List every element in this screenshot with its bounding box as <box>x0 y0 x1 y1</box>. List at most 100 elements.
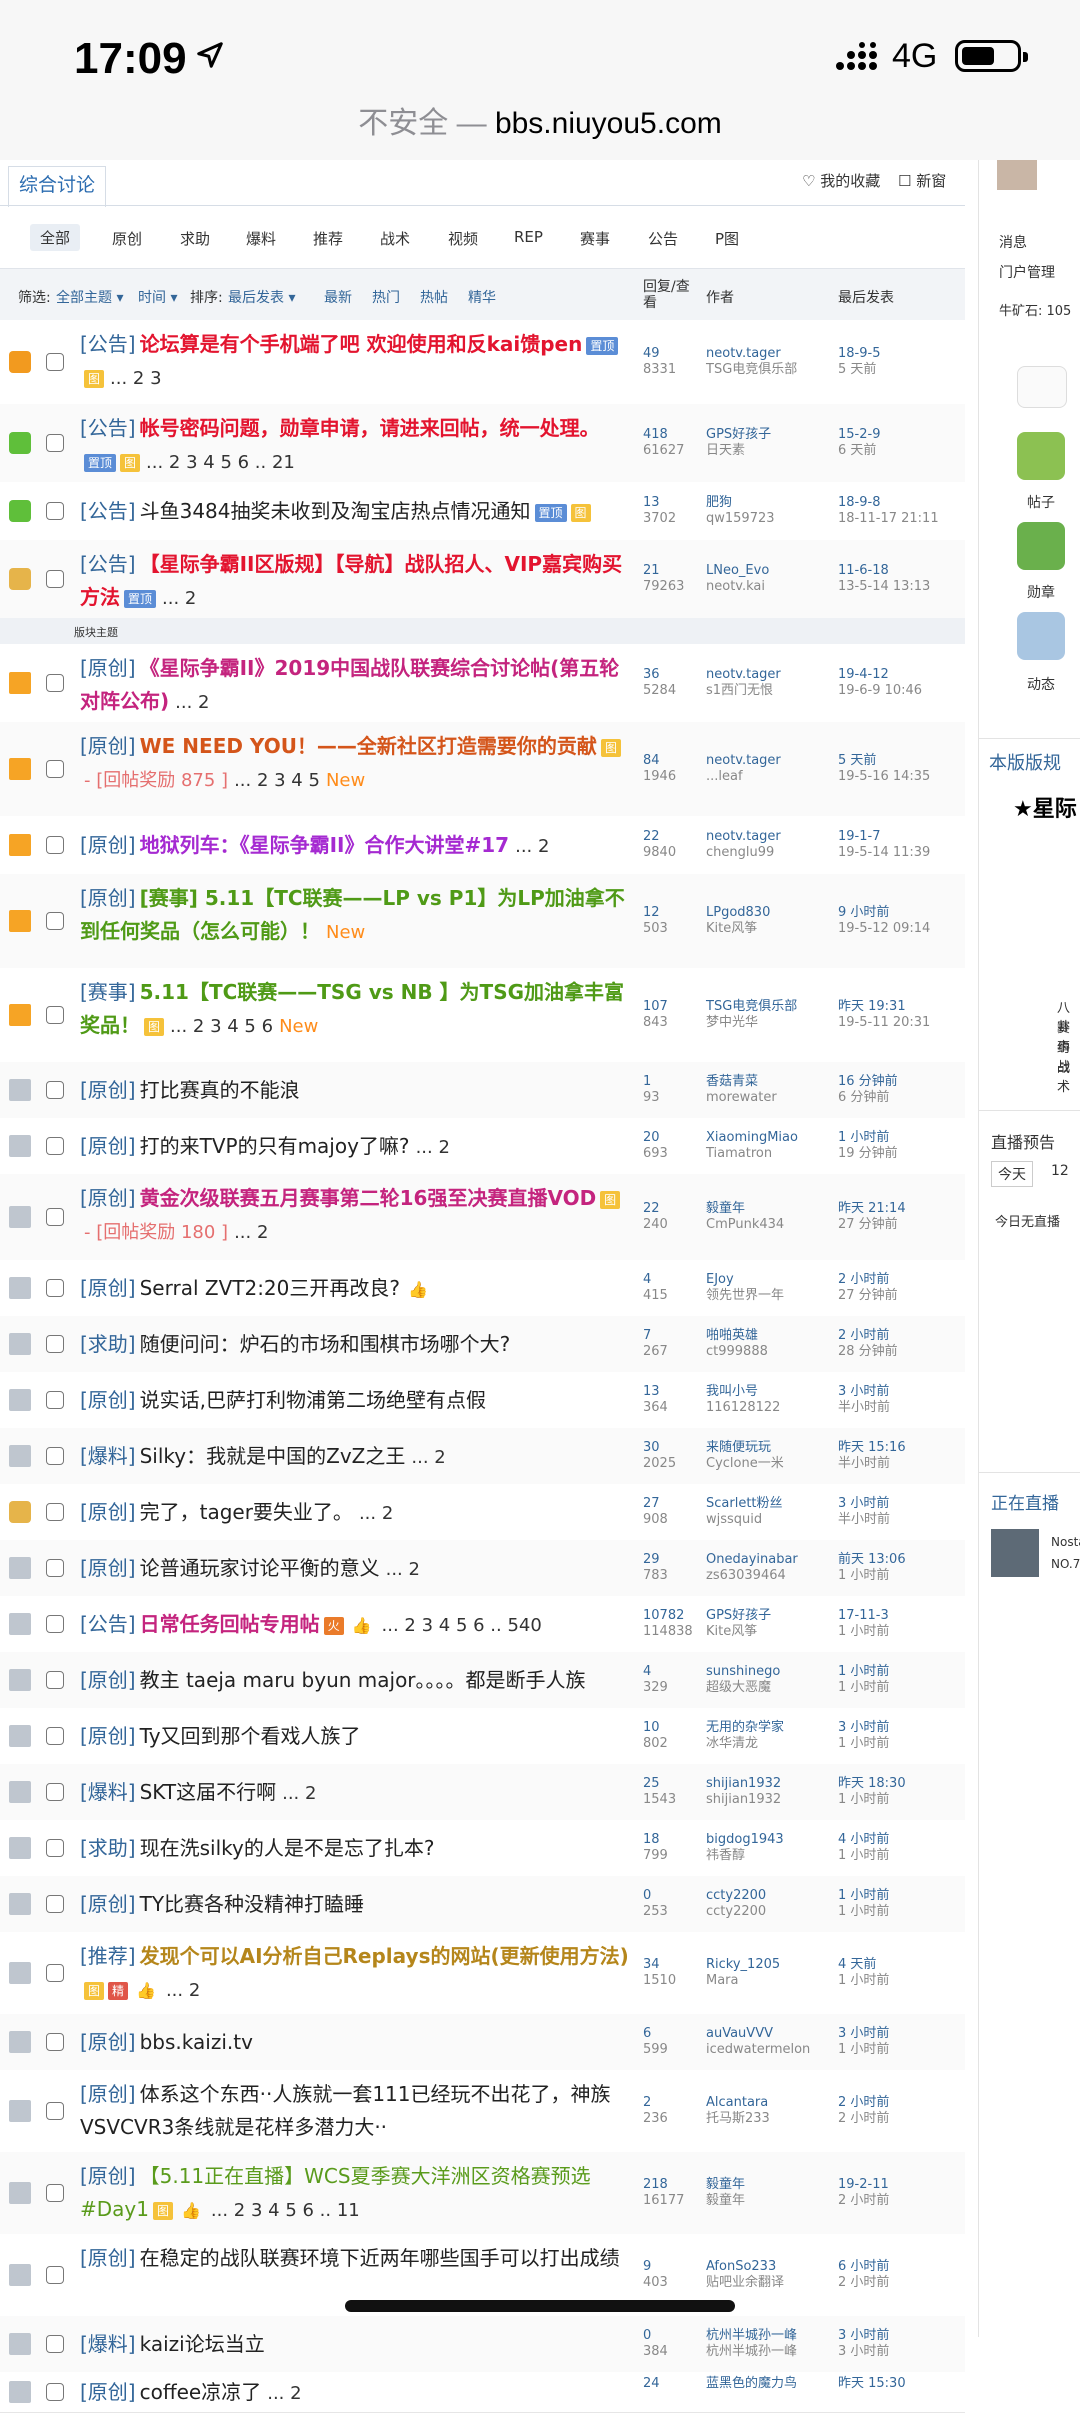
thread-author[interactable]: LNeo_Evo <box>706 563 769 579</box>
thread-prefix[interactable]: [公告] <box>80 499 136 523</box>
page-links[interactable]: ... 2 <box>416 1137 450 1158</box>
category-help[interactable]: 求助 <box>180 228 210 249</box>
thread-prefix[interactable]: [求助] <box>80 1332 136 1356</box>
thread-row[interactable]: [爆料] SKT这届不行啊 ... 2 25 1543 shijian1932 shijia… <box>0 1764 965 1821</box>
thread-checkbox[interactable] <box>46 1391 64 1409</box>
thread-prefix[interactable]: [公告] <box>80 552 136 576</box>
thread-row[interactable]: [原创] TY比赛各种没精神打瞌睡 0 253 ccty2200 ccty2200 1 小时… <box>0 1876 965 1933</box>
thread-checkbox[interactable] <box>46 760 64 778</box>
thread-checkbox[interactable] <box>46 1208 64 1226</box>
thread-title[interactable]: 现在洗silky的人是不是忘了扎本? <box>140 1836 435 1860</box>
posts-icon[interactable] <box>1017 432 1065 480</box>
thread-title[interactable]: 说实话,巴萨打利物浦第二场绝壁有点假 <box>140 1388 486 1412</box>
filter-time[interactable]: 时间 ▾ <box>138 287 177 307</box>
thread-author-secondary[interactable]: 冰华清龙 <box>706 1736 784 1752</box>
thread-title[interactable]: 随便问问：炉石的市场和围棋市场哪个大? <box>140 1332 511 1356</box>
thread-title[interactable]: 日常任务回帖专用帖 <box>140 1612 320 1636</box>
last-post-time[interactable]: 3 小时前 <box>838 1720 889 1736</box>
last-post-time[interactable]: 2 小时前 <box>838 2095 889 2111</box>
thread-title[interactable]: Silky：我就是中国的ZvZ之王 <box>140 1444 406 1468</box>
thread-checkbox[interactable] <box>46 353 64 371</box>
sidebar-portal[interactable]: 门户管理 <box>999 262 1055 282</box>
page-links[interactable]: ... 2 <box>359 1503 393 1524</box>
page-links[interactable]: ... 2 3 4 5 6 .. 21 <box>146 452 295 473</box>
thread-title[interactable]: coffee凉凉了 <box>140 2380 262 2404</box>
thread-checkbox[interactable] <box>46 1839 64 1857</box>
sidebar-messages[interactable]: 消息 <box>999 232 1027 252</box>
thread-author-secondary[interactable]: 领先世界一年 <box>706 1288 784 1304</box>
thread-row[interactable]: [原创] Serral ZVT2:20三开再改良? 👍 4 415 EJoy 领先世界一年 2… <box>0 1260 965 1317</box>
last-post-time[interactable]: 1 小时前 <box>838 1888 889 1904</box>
rss-icon[interactable] <box>1017 612 1065 660</box>
thread-author-secondary[interactable]: CmPunk434 <box>706 1217 784 1233</box>
thread-author[interactable]: 无用的杂学家 <box>706 1720 784 1736</box>
thread-row[interactable]: [原创] 说实话,巴萨打利物浦第二场绝壁有点假 13 364 我叫小号 116128122… <box>0 1372 965 1429</box>
last-post-time[interactable]: 3 小时前 <box>838 1496 890 1512</box>
thread-author[interactable]: 杭州半城孙一峰 <box>706 2328 797 2344</box>
thread-title[interactable]: 论普通玩家讨论平衡的意义 <box>140 1556 380 1580</box>
thread-title[interactable]: 教主 taeja maru byun major。。。。都是断手人族 <box>140 1668 586 1692</box>
favorite-link[interactable]: ♡ 我的收藏 <box>802 170 880 191</box>
thread-row[interactable]: [公告] 日常任务回帖专用帖火 👍 ... 2 3 4 5 6 .. 540 10782… <box>0 1596 965 1653</box>
thread-prefix[interactable]: [原创] <box>80 1186 136 1210</box>
page-links[interactable]: ... 2 <box>386 1559 420 1580</box>
thread-author-secondary[interactable]: shijian1932 <box>706 1792 781 1808</box>
last-post-time[interactable]: 5 天前 <box>838 753 930 769</box>
thread-row[interactable]: [推荐] 发现个可以AI分析自己Replays的网站(更新使用方法) 图精 👍 ... … <box>0 1932 965 2015</box>
thread-prefix[interactable]: [公告] <box>80 332 136 356</box>
thread-author-secondary[interactable]: 贴吧业余翻译 <box>706 2275 784 2291</box>
thread-author[interactable]: auVauVVV <box>706 2026 810 2042</box>
thread-author-secondary[interactable]: TSG电竞俱乐部 <box>706 362 797 378</box>
sidebar-posts[interactable]: 帖子 <box>1027 492 1055 512</box>
last-post-time[interactable]: 1 小时前 <box>838 1130 898 1146</box>
page-links[interactable]: ... 2 <box>411 1447 445 1468</box>
new-window-checkbox[interactable]: ☐ 新窗 <box>898 170 946 191</box>
category-notice[interactable]: 公告 <box>648 228 678 249</box>
thread-checkbox[interactable] <box>46 1559 64 1577</box>
thread-title[interactable]: 《星际争霸II》2019中国战队联赛综合讨论帖(第五轮对阵公布) <box>80 656 619 713</box>
thread-author[interactable]: GPS好孩子 <box>706 1608 771 1624</box>
thread-checkbox[interactable] <box>46 2184 64 2202</box>
thread-checkbox[interactable] <box>46 836 64 854</box>
thread-title[interactable]: Serral ZVT2:20三开再改良? <box>140 1276 400 1300</box>
thread-author[interactable]: 毅童年 <box>706 1201 784 1217</box>
thread-title[interactable]: 发现个可以AI分析自己Replays的网站(更新使用方法) <box>140 1944 629 1968</box>
thread-title[interactable]: WE NEED YOU！——全新社区打造需要你的贡献 <box>140 734 597 758</box>
thread-row[interactable]: [原创] 黄金次级联赛五月赛事第二轮16强至决赛直播VOD 图 - [回帖奖励 180… <box>0 1174 965 1261</box>
streamer-avatar[interactable] <box>991 1529 1039 1577</box>
thread-checkbox[interactable] <box>46 1671 64 1689</box>
page-links[interactable]: ... 2 <box>166 1980 200 2001</box>
last-post-time[interactable]: 17-11-3 <box>838 1608 889 1624</box>
thread-row[interactable]: [原创] coffee凉凉了... 2 24 蓝黑色的魔力鸟 昨天 15:30 <box>0 2372 965 2413</box>
thread-title[interactable]: TY比赛各种没精神打瞌睡 <box>140 1892 364 1916</box>
thread-prefix[interactable]: [赛事] <box>80 980 136 1004</box>
thread-title[interactable]: 打的来TVP的只有majoy了嘛? <box>140 1134 410 1158</box>
thread-prefix[interactable]: [公告] <box>80 1612 136 1636</box>
thread-checkbox[interactable] <box>46 2383 64 2401</box>
page-links[interactable]: ... 2 <box>515 836 549 857</box>
thread-author-secondary[interactable]: 杭州半城孙一峰 <box>706 2344 797 2360</box>
thread-author-secondary[interactable]: Mara <box>706 1973 780 1989</box>
last-post-time[interactable]: 11-6-18 <box>838 563 930 579</box>
last-post-time[interactable]: 19-2-11 <box>838 2177 889 2193</box>
thread-author-secondary[interactable]: qw159723 <box>706 511 775 527</box>
thread-checkbox[interactable] <box>46 1503 64 1521</box>
today-tab[interactable]: 今天 <box>991 1161 1033 1187</box>
thread-author-secondary[interactable]: ccty2200 <box>706 1904 766 1920</box>
thread-title[interactable]: bbs.kaizi.tv <box>140 2030 253 2054</box>
last-post-time[interactable]: 19-4-12 <box>838 667 922 683</box>
thread-prefix[interactable]: [原创] <box>80 1078 136 1102</box>
sidebar-medals[interactable]: 勋章 <box>1027 582 1055 602</box>
thread-checkbox[interactable] <box>46 570 64 588</box>
thread-prefix[interactable]: [原创] <box>80 2030 136 2054</box>
medal-icon[interactable] <box>1017 522 1065 570</box>
thread-checkbox[interactable] <box>46 1964 64 1982</box>
thread-title[interactable]: 黄金次级联赛五月赛事第二轮16强至决赛直播VOD <box>140 1186 597 1210</box>
thread-checkbox[interactable] <box>46 1783 64 1801</box>
thread-row[interactable]: [原创] 完了，tager要失业了。 ... 2 27 908 Scarlett粉丝 wjs… <box>0 1484 965 1541</box>
last-post-time[interactable]: 昨天 15:30 <box>838 2376 906 2392</box>
last-post-time[interactable]: 3 小时前 <box>838 1384 890 1400</box>
thread-author[interactable]: XiaomingMiao <box>706 1130 798 1146</box>
thread-row[interactable]: [原创] 【5.11正在直播】WCS夏季赛大洋洲区资格赛预选#Day1 图 👍... … <box>0 2152 965 2235</box>
thread-prefix[interactable]: [推荐] <box>80 1944 136 1968</box>
